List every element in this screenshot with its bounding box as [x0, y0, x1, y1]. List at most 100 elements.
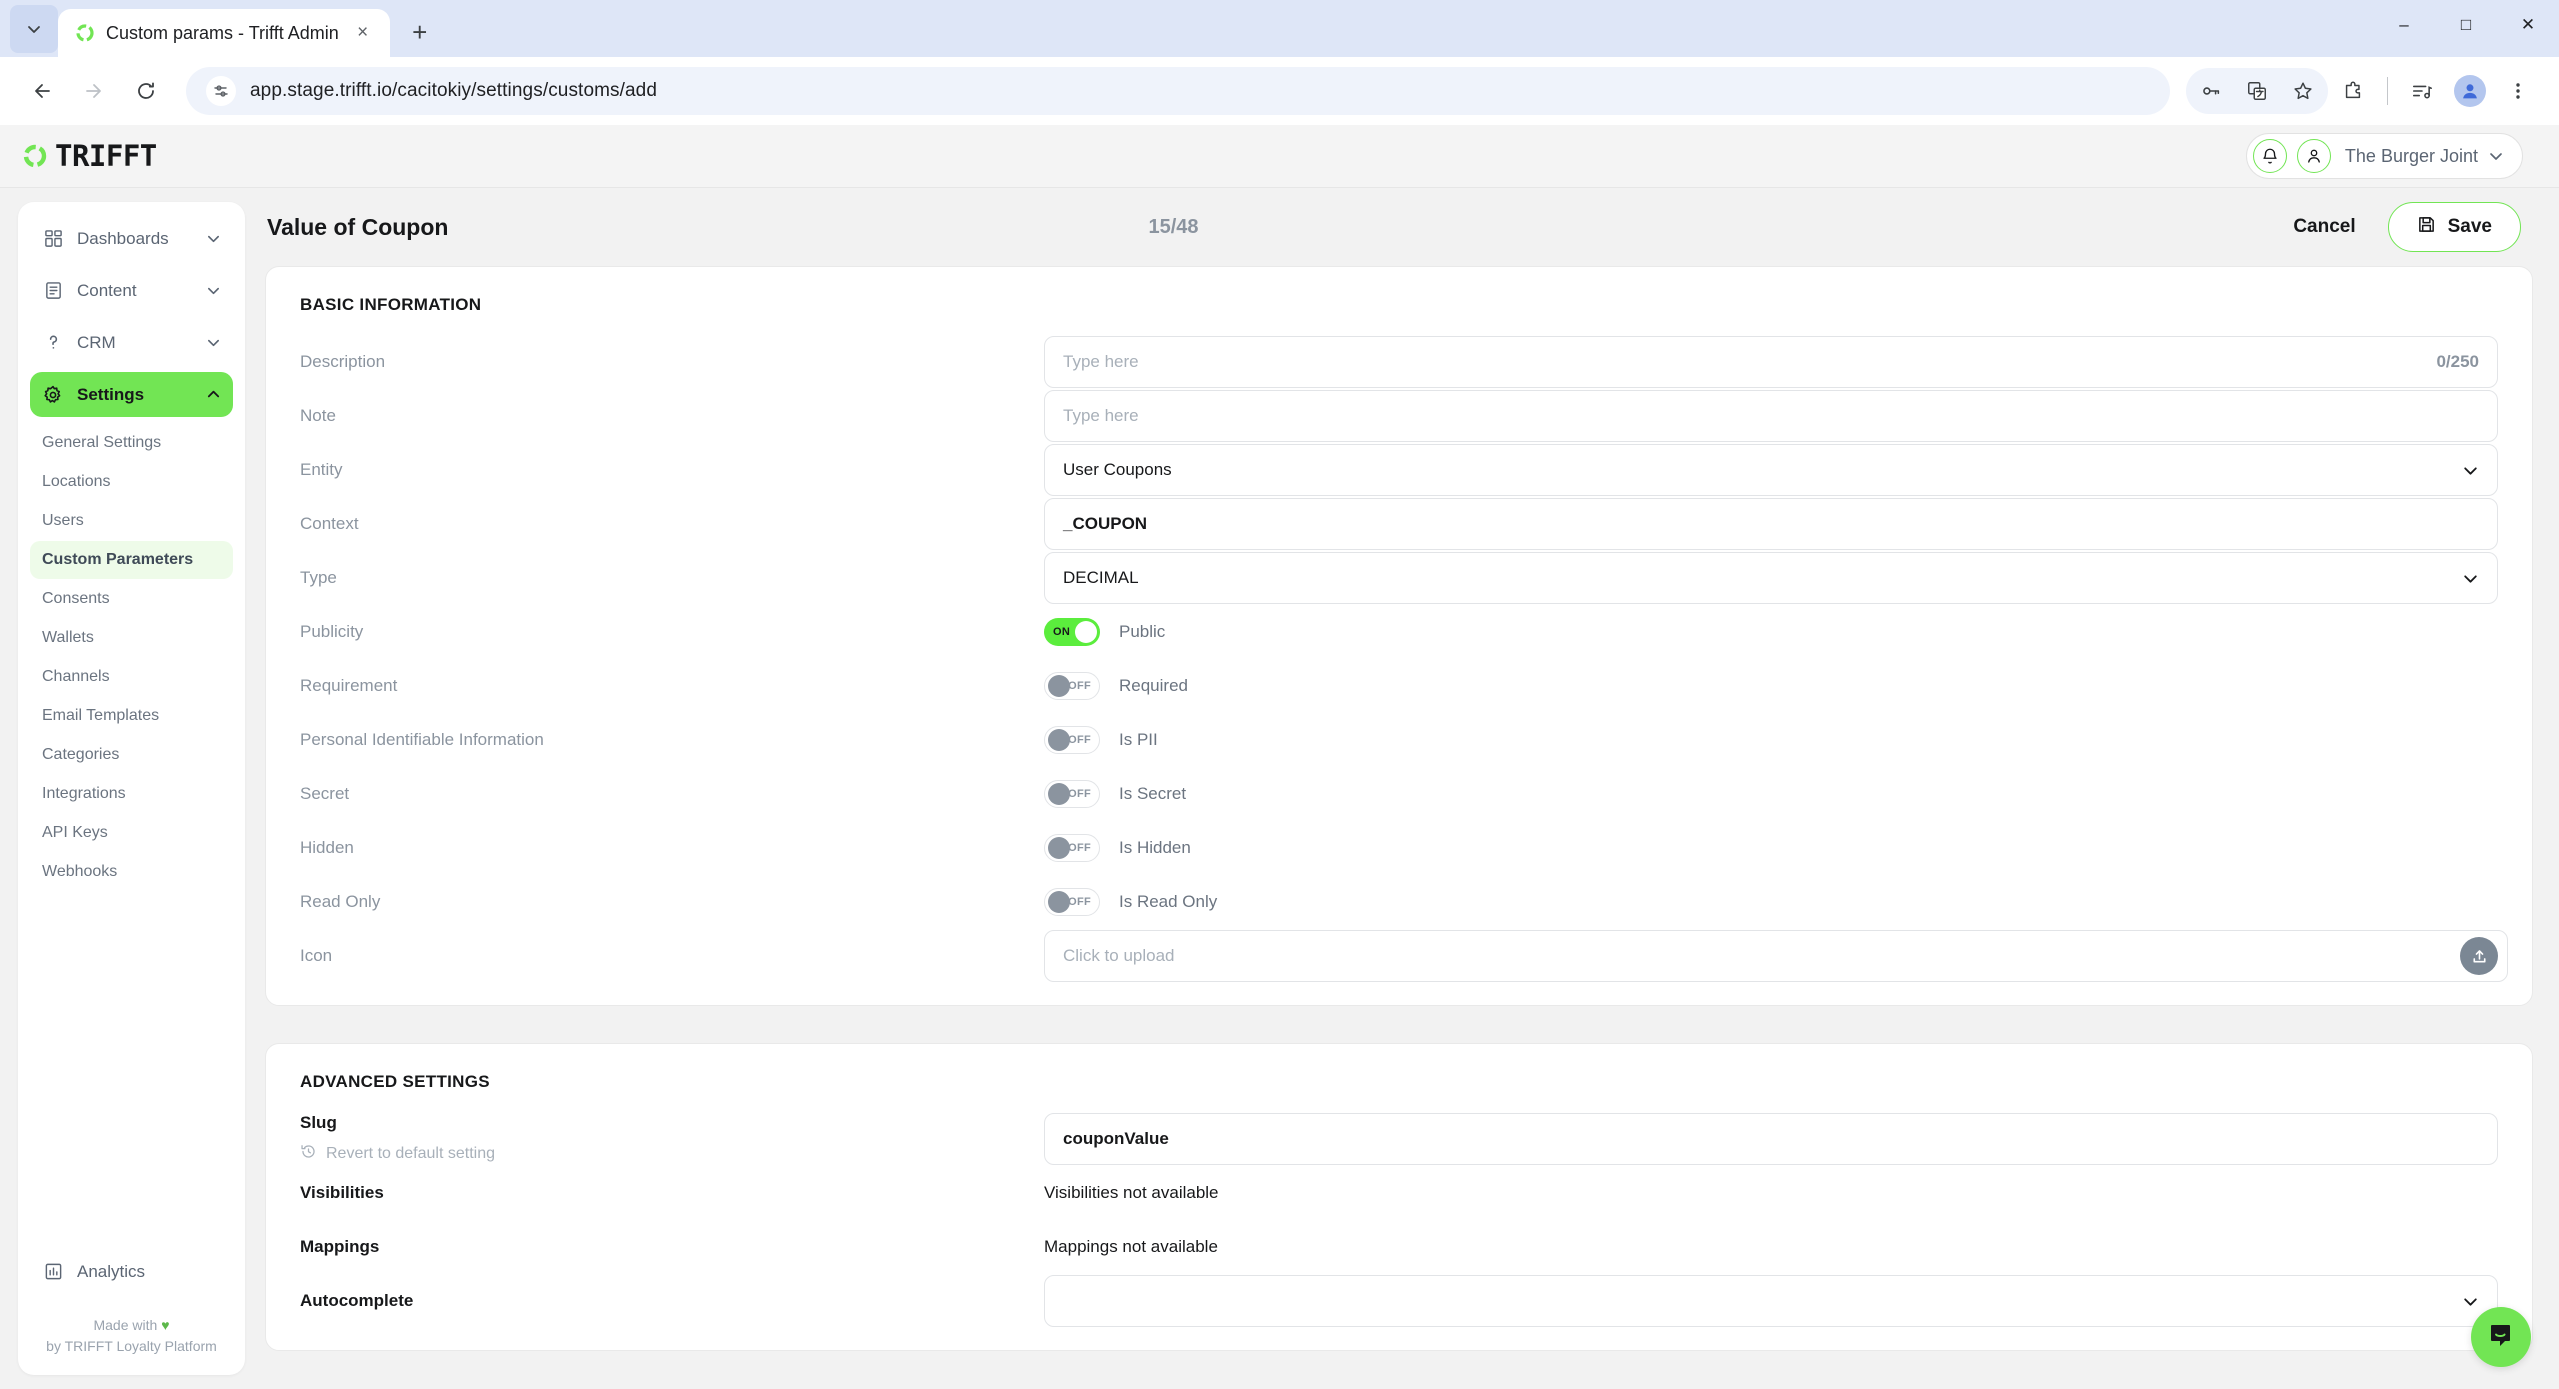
browser-tabstrip: Custom params - Trifft Admin × + – □ ✕ [0, 0, 2559, 57]
pii-toggle-caption: Is PII [1119, 730, 1158, 749]
chevron-down-icon[interactable] [206, 231, 221, 246]
description-input[interactable]: Type here 0/250 [1044, 336, 2498, 388]
tab-search-button[interactable] [10, 5, 58, 53]
field-label-icon: Icon [300, 946, 333, 965]
icon-upload-placeholder: Click to upload [1063, 946, 1175, 965]
secret-toggle[interactable]: OFF [1044, 780, 1100, 808]
browser-menu-icon[interactable] [2495, 68, 2541, 114]
sidebar-item-label: Analytics [77, 1261, 146, 1281]
sidebar-wrapper: Dashboards Content CRM Settings General … [0, 188, 257, 1389]
back-icon[interactable] [18, 67, 66, 115]
cancel-button[interactable]: Cancel [2287, 208, 2361, 246]
field-row-read-only: Read Only OFF Is Read Only [300, 875, 2498, 929]
chevron-down-icon[interactable] [2462, 1293, 2479, 1310]
sidebar-item-label: Content [77, 280, 137, 300]
requirement-toggle-state: OFF [1068, 680, 1091, 692]
minimize-icon[interactable]: – [2373, 0, 2435, 49]
sidebar-item-locations[interactable]: Locations [30, 463, 233, 501]
chevron-down-icon[interactable] [206, 335, 221, 350]
mappings-value: Mappings not available [1044, 1237, 1218, 1256]
bell-icon[interactable] [2252, 139, 2287, 173]
pii-toggle[interactable]: OFF [1044, 726, 1100, 754]
chevron-up-icon[interactable] [206, 387, 221, 402]
revert-to-default-button[interactable]: Revert to default setting [300, 1143, 1024, 1165]
entity-select[interactable]: User Coupons [1044, 444, 2498, 496]
requirement-toggle[interactable]: OFF [1044, 672, 1100, 700]
sidebar-item-categories[interactable]: Categories [30, 736, 233, 774]
sidebar-subitem-label: Consents [42, 590, 110, 607]
save-button[interactable]: Save [2387, 202, 2521, 252]
slug-input[interactable]: couponValue [1044, 1113, 2498, 1165]
icon-upload-field[interactable]: Click to upload [1044, 930, 2508, 982]
browser-tab[interactable]: Custom params - Trifft Admin × [58, 9, 390, 57]
title-char-counter: 15/48 [1148, 215, 1199, 238]
note-input[interactable]: Type here [1044, 390, 2498, 442]
chevron-down-icon[interactable] [2462, 570, 2479, 587]
profile-avatar-icon[interactable] [2447, 68, 2493, 114]
sidebar-item-analytics[interactable]: Analytics [30, 1249, 233, 1294]
sidebar-subitem-label: General Settings [42, 434, 162, 451]
field-row-entity: Entity User Coupons [300, 443, 2498, 497]
toggle-knob [1048, 783, 1070, 805]
visibilities-value: Visibilities not available [1044, 1183, 1219, 1202]
chevron-down-icon[interactable] [2462, 462, 2479, 479]
sidebar-item-custom-parameters[interactable]: Custom Parameters [30, 541, 233, 579]
chevron-down-icon[interactable] [206, 283, 221, 298]
forward-icon [70, 67, 118, 115]
address-bar[interactable]: app.stage.trifft.io/cacitokiy/settings/c… [186, 67, 2170, 115]
avatar [2454, 75, 2486, 107]
sidebar-item-integrations[interactable]: Integrations [30, 775, 233, 813]
upload-icon[interactable] [2460, 937, 2498, 975]
sidebar-item-webhooks[interactable]: Webhooks [30, 853, 233, 891]
toolbar-icons [2186, 68, 2541, 114]
app-viewport: TRIFFT The Burger Joint Dashboards Conte… [0, 125, 2559, 1389]
field-control-pii: OFF Is PII [1044, 726, 2498, 754]
password-key-icon[interactable] [2188, 68, 2234, 114]
bar-chart-icon [42, 1261, 64, 1283]
heart-icon: ♥ [161, 1317, 170, 1333]
translate-icon[interactable] [2234, 68, 2280, 114]
sidebar-item-dashboards[interactable]: Dashboards [30, 216, 233, 261]
chat-widget-button[interactable] [2471, 1307, 2531, 1367]
trifft-logo[interactable]: TRIFFT [22, 139, 157, 173]
sidebar-item-api-keys[interactable]: API Keys [30, 814, 233, 852]
reload-icon[interactable] [122, 67, 170, 115]
site-settings-icon[interactable] [206, 76, 236, 106]
sidebar-item-users[interactable]: Users [30, 502, 233, 540]
requirement-toggle-caption: Required [1119, 676, 1188, 695]
field-label-publicity: Publicity [300, 622, 364, 641]
hidden-toggle-state: OFF [1068, 842, 1091, 854]
field-row-icon: Icon Click to upload [300, 929, 2508, 983]
media-control-icon[interactable] [2399, 68, 2445, 114]
account-menu[interactable]: The Burger Joint [2245, 133, 2523, 179]
extensions-puzzle-icon[interactable] [2330, 68, 2376, 114]
maximize-icon[interactable]: □ [2435, 0, 2497, 49]
sidebar-item-wallets[interactable]: Wallets [30, 619, 233, 657]
bookmark-star-icon[interactable] [2280, 68, 2326, 114]
read-only-toggle-state: OFF [1068, 896, 1091, 908]
field-control-secret: OFF Is Secret [1044, 780, 2498, 808]
field-control-visibilities: Visibilities not available [1044, 1183, 2498, 1203]
publicity-toggle[interactable]: ON [1044, 618, 1100, 646]
chevron-down-icon[interactable] [2488, 148, 2504, 164]
type-select[interactable]: DECIMAL [1044, 552, 2498, 604]
sidebar-item-consents[interactable]: Consents [30, 580, 233, 618]
sidebar-item-settings[interactable]: Settings [30, 372, 233, 417]
hidden-toggle[interactable]: OFF [1044, 834, 1100, 862]
sidebar-item-channels[interactable]: Channels [30, 658, 233, 696]
grid-dashboard-icon [42, 228, 64, 250]
read-only-toggle[interactable]: OFF [1044, 888, 1100, 916]
new-tab-button[interactable]: + [400, 12, 440, 52]
field-control-autocomplete [1044, 1275, 2498, 1327]
autocomplete-select[interactable] [1044, 1275, 2498, 1327]
person-icon[interactable] [2296, 139, 2331, 173]
sidebar-item-content[interactable]: Content [30, 268, 233, 313]
sidebar-item-email-templates[interactable]: Email Templates [30, 697, 233, 735]
slug-label-block: Slug Revert to default setting [300, 1113, 1044, 1165]
sidebar-item-crm[interactable]: CRM [30, 320, 233, 365]
close-icon[interactable]: × [350, 20, 376, 46]
sidebar-item-general-settings[interactable]: General Settings [30, 424, 233, 462]
context-input[interactable]: _COUPON [1044, 498, 2498, 550]
field-label-type: Type [300, 568, 337, 587]
window-close-icon[interactable]: ✕ [2497, 0, 2559, 49]
